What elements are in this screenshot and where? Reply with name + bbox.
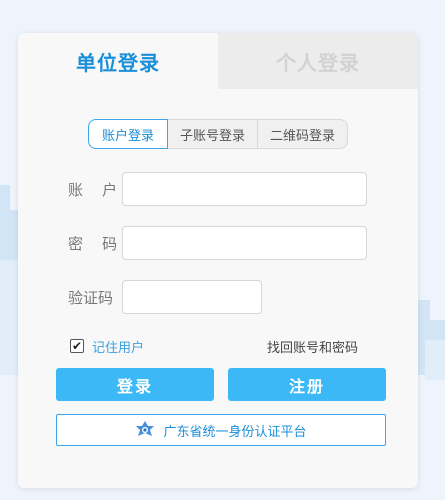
subtab-account-login[interactable]: 账户登录	[88, 119, 168, 149]
subtab-qrcode-login[interactable]: 二维码登录	[258, 119, 348, 149]
remember-user[interactable]: ✔ 记住用户	[70, 337, 145, 356]
account-label: 账 户	[68, 180, 118, 199]
password-label: 密 码	[68, 234, 118, 253]
login-type-tabs: 单位登录 个人登录	[18, 33, 418, 89]
forgot-account-link[interactable]: 找回账号和密码	[267, 337, 358, 356]
tab-unit-login[interactable]: 单位登录	[18, 33, 218, 89]
login-button[interactable]: 登录	[56, 368, 214, 401]
remember-label: 记住用户	[92, 340, 145, 356]
gd-auth-label: 广东省统一身份认证平台	[163, 424, 307, 440]
gd-auth-button[interactable]: 广东省统一身份认证平台	[56, 414, 386, 446]
captcha-input[interactable]	[122, 280, 262, 314]
gd-auth-logo-icon	[136, 421, 155, 436]
account-input[interactable]	[122, 172, 367, 206]
captcha-label: 验证码	[68, 288, 114, 307]
password-input[interactable]	[122, 226, 367, 260]
register-button[interactable]: 注册	[228, 368, 386, 401]
login-card: 单位登录 个人登录 账户登录 子账号登录 二维码登录 账 户 密 码 验证码 ✔…	[18, 33, 418, 488]
remember-checkbox[interactable]: ✔	[70, 339, 84, 353]
subtab-subaccount-login[interactable]: 子账号登录	[168, 119, 258, 149]
login-method-tabs: 账户登录 子账号登录 二维码登录	[88, 119, 348, 149]
tab-personal-login[interactable]: 个人登录	[218, 33, 418, 89]
